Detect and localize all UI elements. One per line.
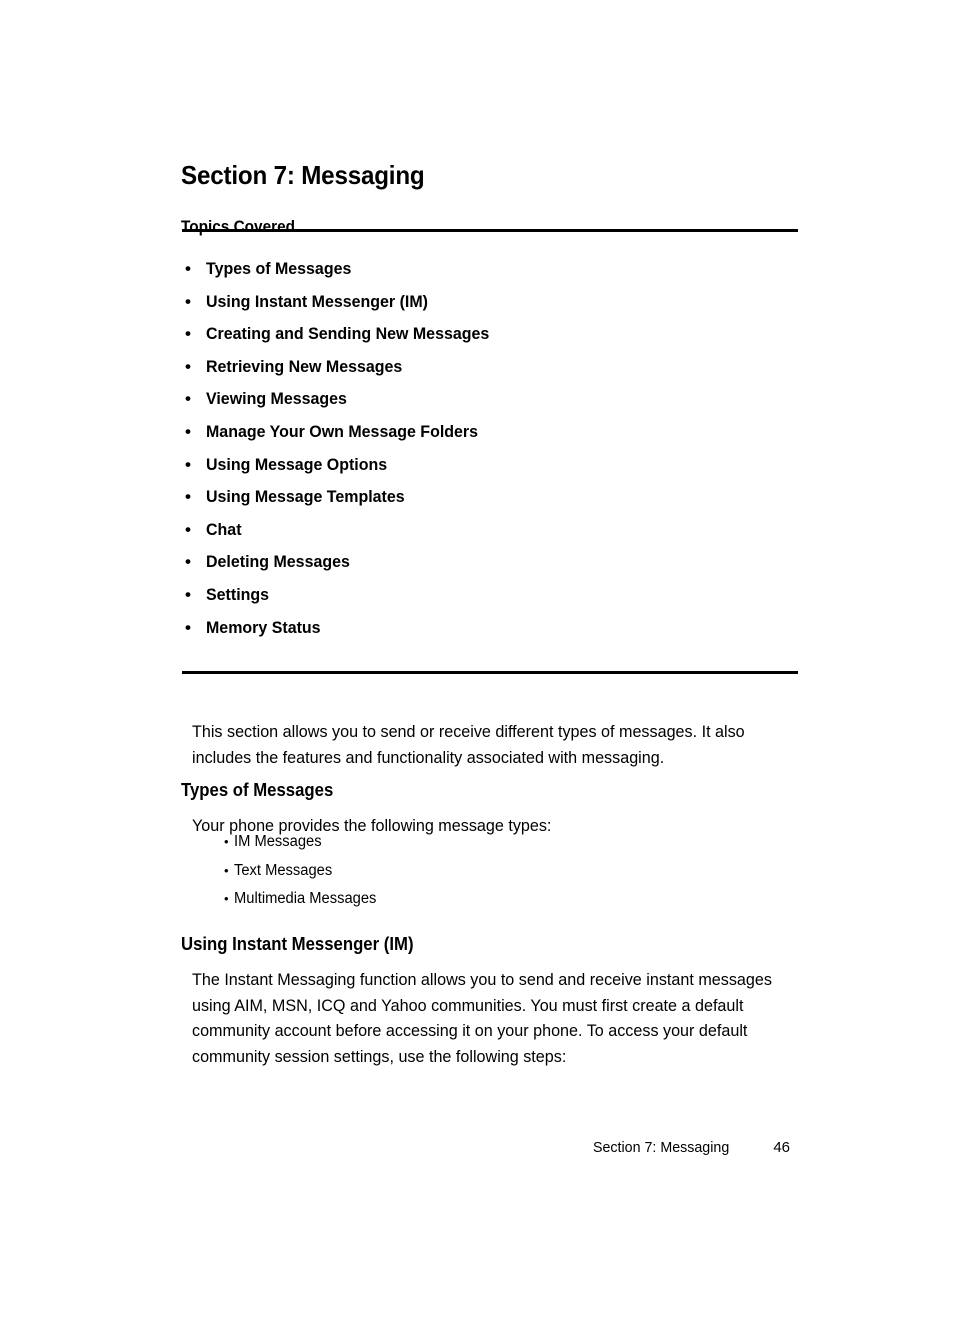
list-item: • Memory Status (182, 617, 802, 650)
intro-paragraph-text: This section allows you to send or recei… (192, 722, 745, 767)
divider-top (182, 229, 798, 232)
topic-label: Manage Your Own Message Folders (206, 421, 479, 441)
footer-page-number: 46 (773, 1139, 790, 1156)
bullet-icon: • (224, 891, 229, 906)
list-item: • Deleting Messages (182, 551, 802, 584)
bullet-icon: • (224, 834, 229, 849)
list-item: • Settings (182, 584, 802, 617)
list-item: • Text Messages (224, 861, 384, 890)
bullet-icon: • (185, 259, 191, 278)
topic-label: Memory Status (206, 617, 321, 637)
topic-label: Creating and Sending New Messages (206, 324, 490, 344)
bullet-icon: • (185, 421, 191, 441)
list-item: • Creating and Sending New Messages (182, 323, 802, 356)
instant-messenger-heading: Using Instant Messenger (IM) (181, 934, 414, 954)
topic-label: Settings (206, 584, 270, 604)
topic-label: Chat (206, 519, 242, 539)
footer-section-title: Section 7: Messaging (592, 1139, 730, 1156)
bullet-icon: • (185, 454, 191, 474)
list-item: • Retrieving New Messages (182, 356, 802, 389)
page-title: Section 7: Messaging (181, 160, 425, 191)
topic-label: Deleting Messages (206, 552, 350, 572)
page-footer: Section 7: Messaging 46 (0, 1138, 790, 1157)
list-item: • Using Message Templates (182, 486, 802, 519)
topic-label: Using Message Options (206, 454, 388, 474)
bullet-icon: • (224, 862, 229, 878)
list-item: • Multimedia Messages (224, 889, 384, 918)
topic-label: Types of Messages (206, 259, 352, 278)
document-page: Section 7: Messaging Topics Covered • Ty… (0, 0, 954, 1319)
list-item: • IM Messages (224, 832, 384, 861)
bullet-icon: • (185, 291, 191, 311)
topics-list: • Types of Messages • Using Instant Mess… (182, 258, 802, 649)
bullet-icon: • (185, 389, 191, 409)
message-type-label: Text Messages (234, 861, 333, 879)
divider-bottom (182, 671, 798, 674)
list-item: • Chat (182, 519, 802, 552)
list-item: • Viewing Messages (182, 388, 802, 421)
topic-label: Viewing Messages (206, 389, 347, 409)
message-type-label: Multimedia Messages (234, 890, 377, 907)
bullet-icon: • (185, 617, 191, 637)
list-item: • Types of Messages (182, 258, 802, 291)
topic-label: Using Message Templates (206, 487, 405, 507)
topics-covered-heading: Topics Covered (181, 217, 295, 236)
bullet-icon: • (185, 487, 191, 507)
list-item: • Using Message Options (182, 454, 802, 487)
message-type-label: IM Messages (234, 833, 322, 850)
bullet-icon: • (185, 356, 191, 376)
instant-messenger-paragraph: The Instant Messaging function allows yo… (192, 967, 812, 1069)
message-types-list: • IM Messages • Text Messages • Multimed… (224, 832, 384, 918)
bullet-icon: • (185, 324, 191, 344)
intro-paragraph: This section allows you to send or recei… (192, 719, 792, 770)
topic-label: Retrieving New Messages (206, 356, 403, 376)
list-item: • Using Instant Messenger (IM) (182, 291, 802, 324)
bullet-icon: • (185, 519, 191, 539)
topic-label: Using Instant Messenger (IM) (206, 291, 428, 311)
list-item: • Manage Your Own Message Folders (182, 421, 802, 454)
bullet-icon: • (185, 584, 191, 604)
bullet-icon: • (185, 552, 191, 572)
instant-messenger-text: The Instant Messaging function allows yo… (192, 970, 772, 1066)
types-of-messages-heading: Types of Messages (181, 780, 334, 800)
